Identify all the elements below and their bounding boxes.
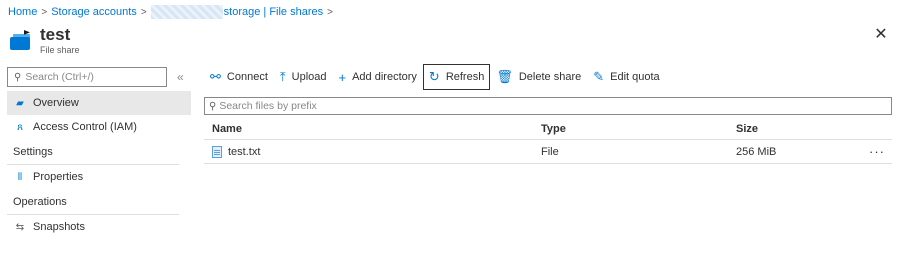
sidebar-item-label: Access Control (IAM)	[33, 121, 137, 133]
delete-share-label: Delete share	[518, 71, 582, 83]
column-header-type[interactable]: Type	[541, 123, 736, 135]
search-icon: ⚲	[14, 71, 22, 83]
file-search-input[interactable]	[219, 100, 820, 112]
sidebar-section-settings: Settings	[7, 139, 179, 165]
file-size: 256 MiB	[736, 145, 777, 158]
trash-icon: 🗑	[496, 69, 513, 84]
add-directory-label: Add directory	[352, 71, 417, 83]
breadcrumb-storage-accounts[interactable]: Storage accounts	[51, 6, 137, 18]
file-search[interactable]: ⚲	[204, 97, 892, 115]
breadcrumb-separator: >	[327, 6, 333, 18]
column-header-size[interactable]: Size	[736, 123, 862, 135]
pencil-icon: ✎	[593, 69, 605, 84]
refresh-button[interactable]: ↻ Refresh	[422, 64, 491, 90]
breadcrumb-home[interactable]: Home	[8, 6, 37, 18]
sidebar: ⚲ « ▰ Overview ጸ Access Control (IAM) Se…	[7, 66, 191, 239]
connect-button[interactable]: ⚯ Connect	[204, 65, 274, 89]
add-directory-button[interactable]: + Add directory	[333, 65, 423, 89]
edit-quota-button[interactable]: ✎ Edit quota	[587, 65, 665, 89]
sidebar-search-input[interactable]	[25, 71, 156, 83]
breadcrumb: Home > Storage accounts > storage | File…	[8, 4, 337, 20]
upload-icon: ⤒	[279, 69, 286, 84]
upload-button[interactable]: ⤒ Upload	[274, 65, 333, 89]
file-share-icon: ▰	[16, 97, 24, 109]
close-icon[interactable]: ✕	[874, 27, 888, 43]
sidebar-item-access-control[interactable]: ጸ Access Control (IAM)	[7, 115, 191, 139]
more-actions-icon[interactable]: ···	[862, 144, 892, 159]
link-icon: ⚯	[210, 69, 221, 84]
column-header-name[interactable]: Name	[204, 123, 541, 135]
files-table: Name Type Size test.txt File 256 MiB ···	[204, 118, 892, 164]
delete-share-button[interactable]: 🗑 Delete share	[490, 65, 587, 89]
file-name[interactable]: test.txt	[228, 146, 260, 158]
search-icon: ⚲	[209, 100, 217, 112]
sidebar-item-snapshots[interactable]: ⇆ Snapshots	[7, 215, 191, 239]
table-header: Name Type Size	[204, 118, 892, 140]
sidebar-section-operations: Operations	[7, 189, 179, 215]
breadcrumb-separator: >	[41, 6, 48, 18]
collapse-sidebar-icon[interactable]: «	[177, 70, 184, 84]
table-row[interactable]: test.txt File 256 MiB ···	[204, 140, 892, 164]
page-subtitle: File share	[40, 45, 80, 55]
refresh-icon: ↻	[428, 69, 440, 84]
file-share-icon	[10, 30, 32, 52]
connect-label: Connect	[226, 71, 268, 83]
people-icon: ጸ	[17, 121, 23, 133]
file-icon	[212, 145, 222, 158]
refresh-label: Refresh	[445, 71, 485, 83]
sidebar-item-label: Properties	[33, 171, 84, 183]
sidebar-item-overview[interactable]: ▰ Overview	[7, 91, 191, 115]
sidebar-item-label: Overview	[33, 97, 79, 109]
file-type: File	[541, 145, 559, 158]
redacted-account-name	[150, 5, 223, 19]
sidebar-item-properties[interactable]: ⦀ Properties	[7, 165, 191, 189]
page-title: test	[40, 25, 71, 44]
sidebar-search[interactable]: ⚲	[7, 67, 167, 87]
upload-label: Upload	[291, 71, 327, 83]
page-header: test File share	[10, 23, 80, 59]
breadcrumb-separator: >	[140, 6, 147, 18]
breadcrumb-file-shares[interactable]: storage | File shares	[224, 6, 323, 18]
command-bar: ⚯ Connect ⤒ Upload + Add directory ↻ Ref…	[204, 64, 666, 90]
sidebar-item-label: Snapshots	[33, 221, 85, 233]
edit-quota-label: Edit quota	[610, 71, 660, 83]
snapshots-icon: ⇆	[15, 221, 25, 233]
properties-icon: ⦀	[17, 171, 23, 183]
plus-icon: +	[338, 69, 347, 85]
